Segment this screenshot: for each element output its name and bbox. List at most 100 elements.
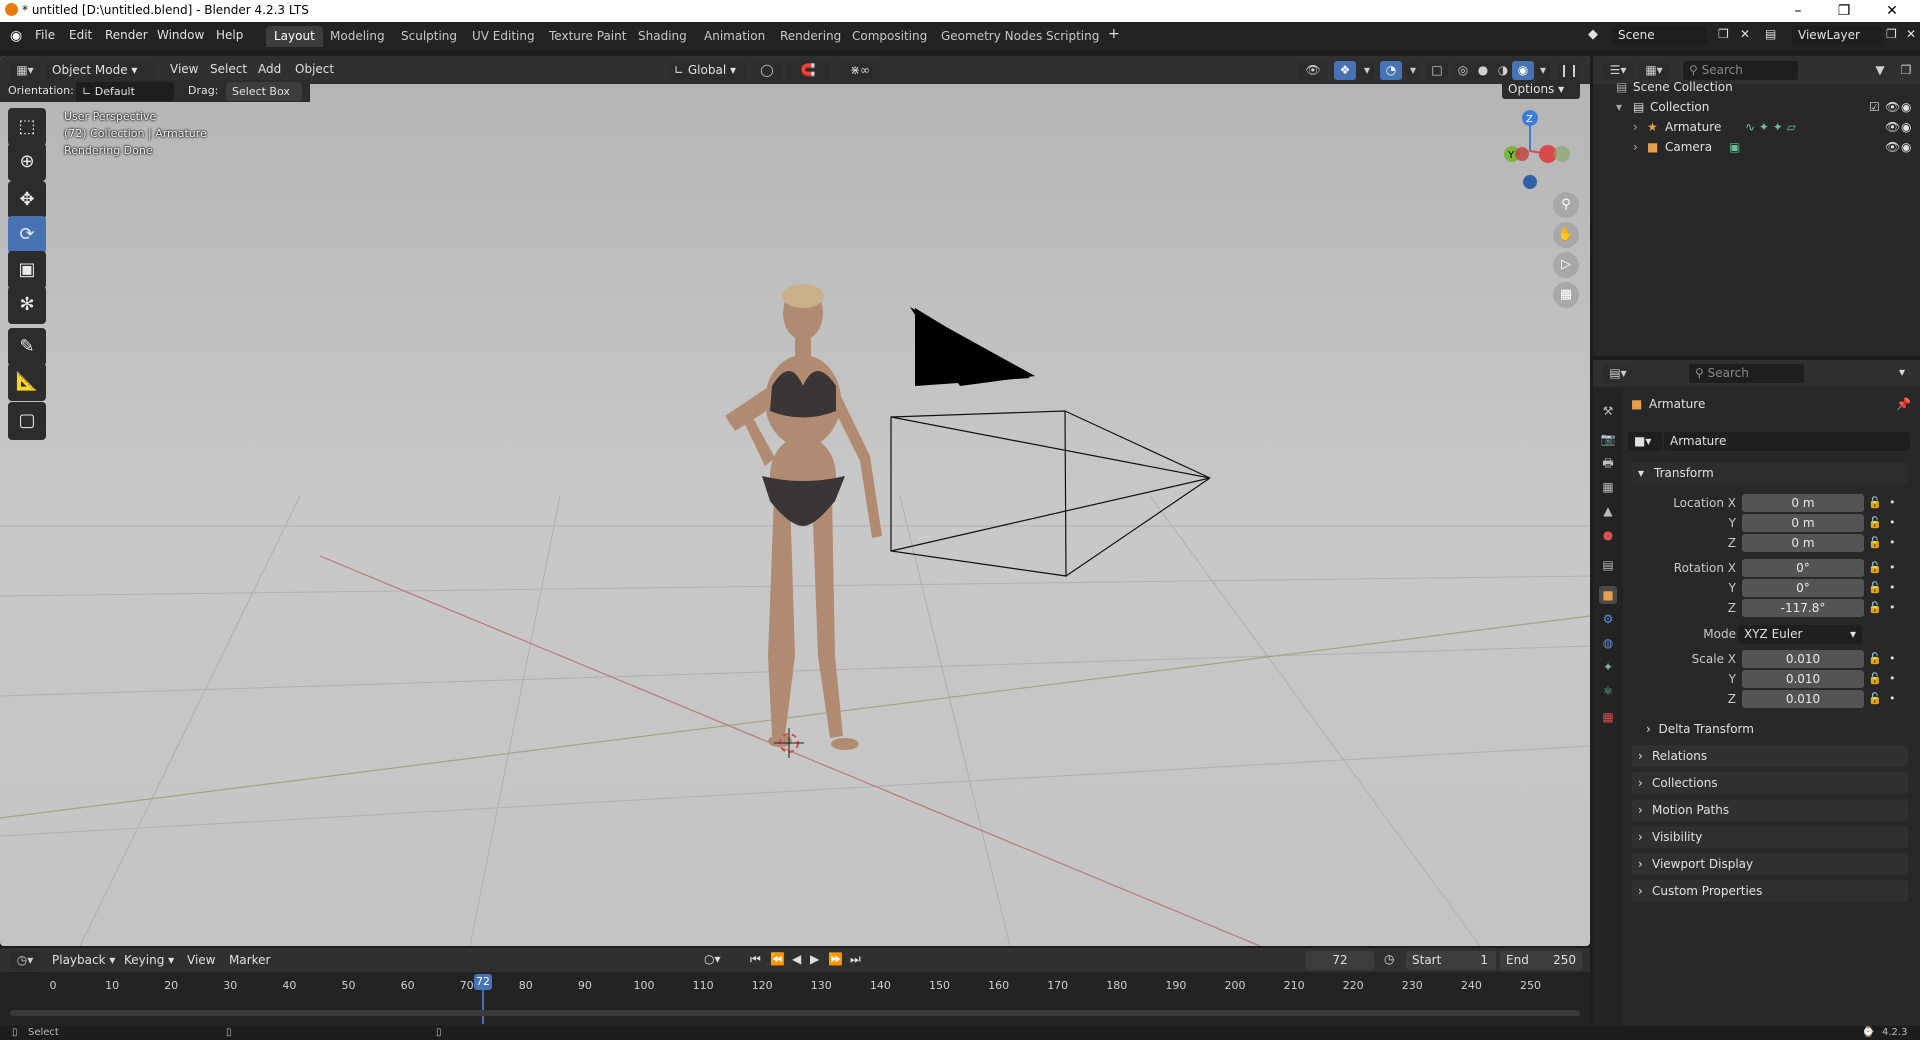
camera-eye-icon[interactable]: 👁 [1885,137,1900,157]
timeline-menu-keying[interactable]: Keying ▾ [124,953,174,967]
location-y-lock-icon[interactable]: 🔓 [1868,516,1882,529]
tab-compositing[interactable]: Compositing [844,26,935,47]
3d-viewport[interactable]: Z Y [0,56,1590,946]
new-view-layer-icon[interactable]: ❐ [1886,27,1897,41]
scale-y-field[interactable]: 0.010 [1742,670,1864,688]
viewport-menu-select[interactable]: Select [210,62,247,76]
pan-hand-icon[interactable]: ✋ [1553,222,1579,248]
restore-icon[interactable]: ❐ [1821,0,1867,22]
pivot-point-icon[interactable]: ◯ [752,61,782,80]
collection-expand-icon[interactable]: ▾ [1616,97,1622,117]
location-x-lock-icon[interactable]: 🔓 [1868,496,1882,509]
viewport-display-panel[interactable]: › Viewport Display [1632,853,1908,875]
collection-eye-icon[interactable]: 👁 [1885,97,1900,117]
data-tab-icon[interactable]: ⚛ [1599,682,1617,700]
collection-tab-icon[interactable]: ▤ [1599,556,1617,574]
menu-render[interactable]: Render [105,28,148,42]
editor-type-icon[interactable]: ▦▾ [10,61,40,80]
tab-geometry-nodes[interactable]: Geometry Nodes [933,26,1050,47]
scale-x-lock-icon[interactable]: 🔓 [1868,652,1882,665]
texture-tab-icon[interactable]: ▦ [1599,708,1617,726]
timeline-scrollbar[interactable] [10,1010,1580,1016]
solid-shading-icon[interactable]: ● [1472,61,1494,80]
physics-tab-icon[interactable]: ◍ [1599,634,1617,652]
scale-z-lock-icon[interactable]: 🔓 [1868,692,1882,705]
armature-expand-icon[interactable]: › [1633,117,1638,137]
select-box-tool-icon[interactable]: ⬚ [8,108,46,146]
camera-render-icon[interactable]: ◉ [1901,137,1911,157]
play-reverse-icon[interactable]: ◀ [792,952,801,966]
tab-texture-paint[interactable]: Texture Paint [541,26,634,47]
viewport-menu-object[interactable]: Object [295,62,334,76]
add-cube-tool-icon[interactable]: ▢ [8,402,46,440]
collections-panel[interactable]: › Collections [1632,772,1908,794]
modifier-tab-icon[interactable]: ⚙ [1599,610,1617,628]
add-workspace-icon[interactable]: + [1108,26,1120,42]
scale-z-field[interactable]: 0.010 [1742,690,1864,708]
scale-x-field[interactable]: 0.010 [1742,650,1864,668]
location-z-field[interactable]: 0 m [1742,534,1864,552]
remove-view-layer-icon[interactable]: ✕ [1906,27,1916,41]
location-x-field[interactable]: 0 m [1742,494,1864,512]
outliner-item-armature[interactable]: › ★ Armature ∿ ✦ ✦ ▱ 👁 ◉ [1593,117,1920,137]
outliner-item-camera[interactable]: › ■ Camera ▣ 👁 ◉ [1593,137,1920,157]
playhead-frame-indicator[interactable]: 72 [474,974,492,990]
scene-icon[interactable]: ◆ [1588,27,1598,42]
collection-checkbox-icon[interactable]: ☑ [1869,97,1880,117]
properties-editor-type-icon[interactable]: ▤▾ [1603,364,1633,383]
motion-paths-panel[interactable]: › Motion Paths [1632,799,1908,821]
start-frame-field[interactable]: Start 1 [1406,951,1496,970]
material-shading-icon[interactable]: ◑ [1492,61,1514,80]
scale-x-keyframe-icon[interactable]: • [1889,652,1896,665]
menu-edit[interactable]: Edit [69,28,92,42]
camera-expand-icon[interactable]: › [1633,137,1638,157]
options-dropdown[interactable]: Options ▾ [1502,80,1580,99]
object-mode-dropdown[interactable]: Object Mode ▾ [46,61,156,80]
timeline-menu-marker[interactable]: Marker [229,953,270,967]
drag-dropdown[interactable]: Select Box [226,82,302,101]
new-scene-icon[interactable]: ❐ [1718,27,1729,41]
data-block-browse-icon[interactable]: ■▾ [1628,432,1662,451]
measure-tool-icon[interactable]: 📐 [8,363,46,401]
rotation-mode-dropdown[interactable]: XYZ Euler ▾ [1738,625,1862,644]
rendered-shading-icon[interactable]: ◉ [1512,61,1534,80]
overlay-toggle-icon[interactable]: ◔ [1380,61,1402,80]
visibility-panel[interactable]: › Visibility [1632,826,1908,848]
annotate-tool-icon[interactable]: ✎ [8,328,46,366]
minimize-icon[interactable]: – [1775,0,1821,22]
jump-end-icon[interactable]: ⏭ [850,952,861,967]
transform-panel-header[interactable]: ▾ Transform [1632,462,1908,484]
scene-tab-icon[interactable]: ▲ [1599,502,1617,520]
timeline-menu-view[interactable]: View [187,953,215,967]
pin-icon[interactable]: 📌 [1896,397,1911,411]
rotation-y-keyframe-icon[interactable]: • [1889,581,1896,594]
transform-orientation-dropdown[interactable]: ∟ Global ▾ [668,61,746,80]
delta-transform-subpanel[interactable]: › Delta Transform [1646,718,1754,740]
location-x-keyframe-icon[interactable]: • [1889,496,1896,509]
auto-keying-icon[interactable]: ○▾ [704,952,721,966]
rotation-z-lock-icon[interactable]: 🔓 [1868,601,1882,614]
constraint-tab-icon[interactable]: ✦ [1599,658,1617,676]
end-frame-field[interactable]: End 250 [1500,951,1582,970]
tab-scripting[interactable]: Scripting [1038,26,1107,47]
timeline-menu-playback[interactable]: Playback ▾ [52,953,115,967]
outliner-scene-collection[interactable]: ▤ Scene Collection [1593,77,1920,97]
tool-tab-icon[interactable]: ⚒ [1599,402,1617,420]
viewport-menu-view[interactable]: View [170,62,198,76]
output-tab-icon[interactable]: 🖶 [1599,454,1617,472]
use-preview-range-icon[interactable]: ◷ [1384,952,1394,966]
rotation-y-field[interactable]: 0° [1742,579,1864,597]
cursor-tool-icon[interactable]: ⊕ [8,143,46,181]
rotation-z-field[interactable]: -117.8° [1742,599,1864,617]
current-frame-field[interactable]: 72 [1306,951,1374,970]
relations-panel[interactable]: › Relations [1632,745,1908,767]
shading-dropdown-icon[interactable]: ▾ [1536,61,1550,80]
rotation-z-keyframe-icon[interactable]: • [1889,601,1896,614]
scale-tool-icon[interactable]: ▣ [8,251,46,289]
transform-tool-icon[interactable]: ✻ [8,286,46,324]
render-tab-icon[interactable]: 📷 [1599,430,1617,448]
object-name-field[interactable]: Armature [1664,432,1910,451]
tab-shading[interactable]: Shading [630,26,695,47]
location-y-keyframe-icon[interactable]: • [1889,516,1896,529]
close-icon[interactable]: ✕ [1869,0,1915,22]
